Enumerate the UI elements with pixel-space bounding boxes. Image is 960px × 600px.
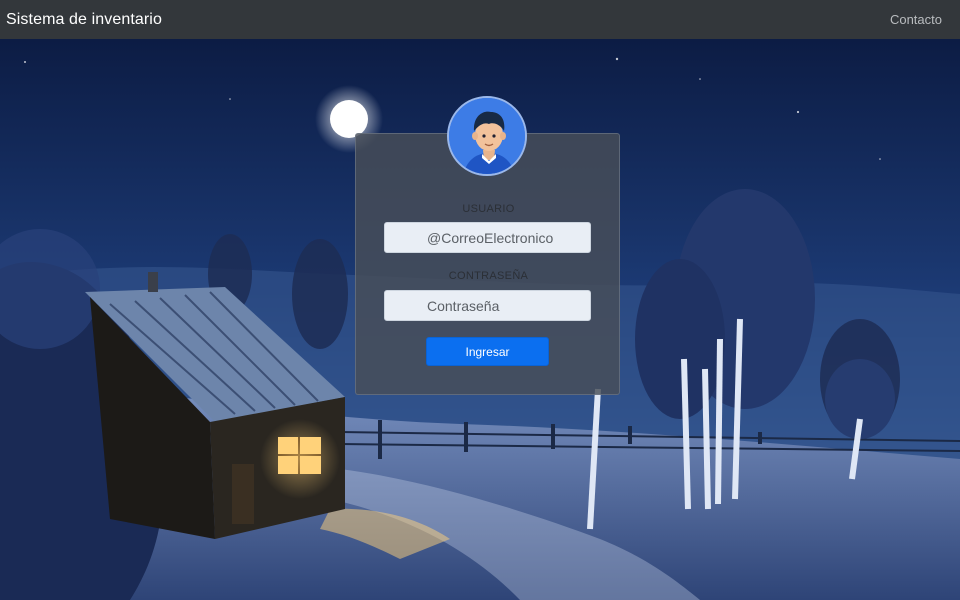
password-label: CONTRASEÑA (448, 270, 529, 282)
top-navbar: Sistema de inventario Contacto (0, 0, 960, 39)
password-input[interactable] (384, 290, 591, 321)
login-submit-button[interactable]: Ingresar (426, 337, 549, 366)
user-avatar-icon (447, 96, 527, 176)
user-label: USUARIO (462, 203, 515, 215)
navbar-brand[interactable]: Sistema de inventario (6, 11, 162, 29)
email-input[interactable] (384, 222, 591, 253)
nav-link-contacto[interactable]: Contacto (890, 12, 942, 27)
